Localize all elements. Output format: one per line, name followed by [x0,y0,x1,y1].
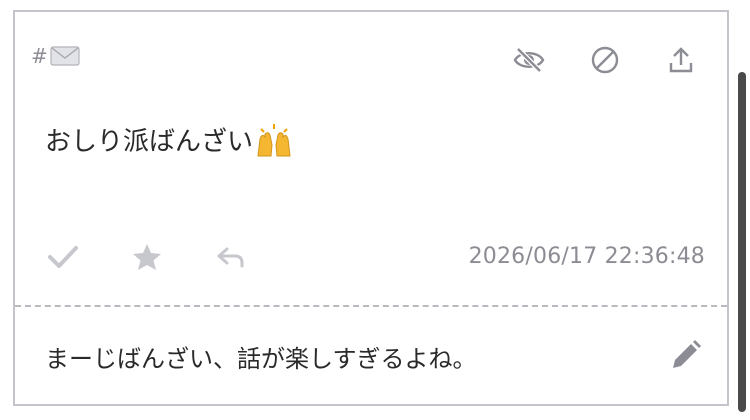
envelope-icon [50,45,80,67]
block-button[interactable] [585,43,625,77]
reply-button[interactable] [211,240,251,274]
scrollbar[interactable] [738,72,746,412]
hide-button[interactable] [509,43,549,77]
tag-hash: # [31,44,48,68]
favorite-button[interactable] [127,240,167,274]
post-body: おしり派ばんざい [45,121,293,158]
edit-reply-button[interactable] [665,337,705,375]
checkmark-icon [48,246,78,268]
post-tag[interactable]: # [31,44,80,68]
reply-divider [15,305,727,307]
reply-text: まーじばんざい、話が楽しすぎるよね。 [45,345,477,373]
star-icon [133,244,161,270]
post-top-actions [509,43,701,77]
eye-slash-icon [513,47,545,73]
raising-hands-icon [255,123,293,157]
block-icon [591,46,619,74]
share-upload-icon [669,47,693,73]
post-timestamp: 2026/06/17 22:36:48 [468,244,705,269]
post-text: おしり派ばんざい [45,127,254,157]
mark-done-button[interactable] [43,240,83,274]
post-bottom-actions [43,240,251,274]
pencil-icon [673,340,701,368]
reply-icon [217,247,244,268]
share-button[interactable] [661,43,701,77]
post-card: # おしり派ばんざい 2026/06/17 22:36:48 まーじばんざい、話… [13,10,729,406]
